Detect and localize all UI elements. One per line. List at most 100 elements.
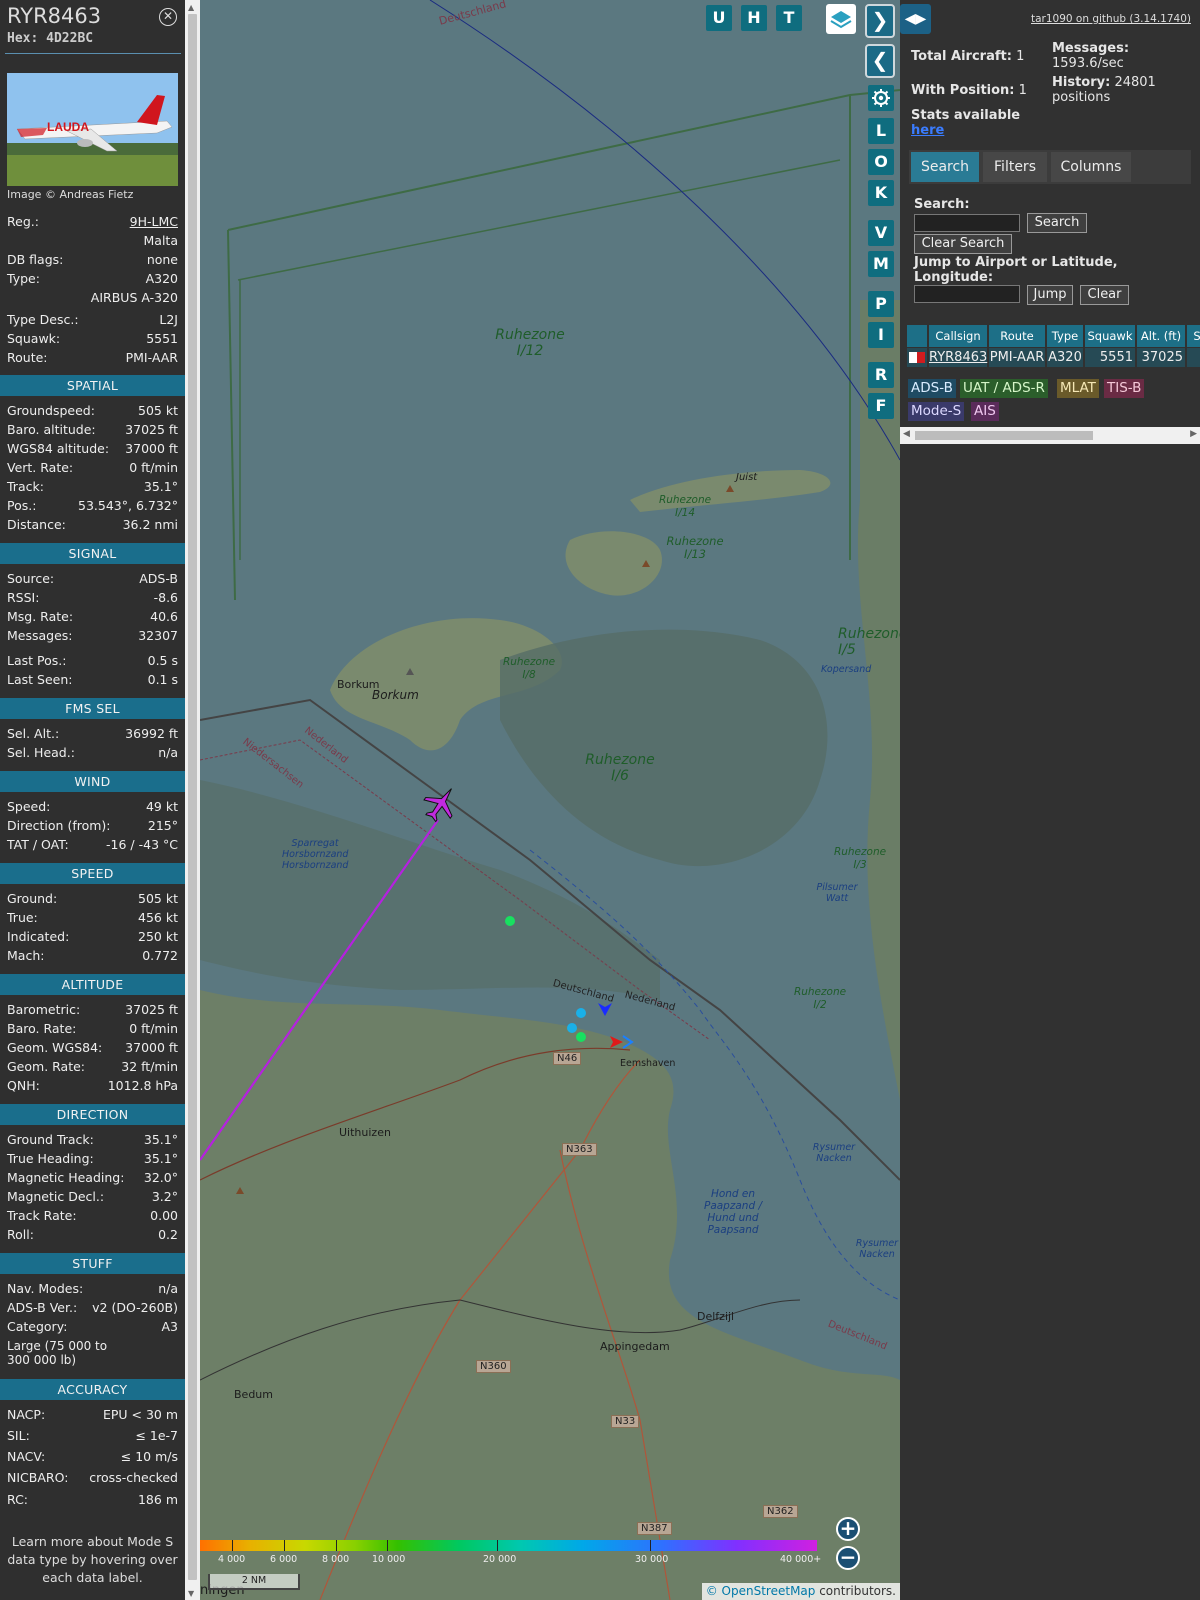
table-cell-callsign[interactable]: RYR8463: [929, 348, 987, 367]
value: A3: [161, 1319, 178, 1334]
search-button[interactable]: Search: [1027, 213, 1087, 233]
tab-search[interactable]: Search: [911, 152, 979, 182]
row-groundspeed: Groundspeed: 505 kt: [7, 402, 178, 421]
row-ground-track: Ground Track: 35.1°: [7, 1131, 178, 1150]
stat-label: Total Aircraft:: [911, 49, 1012, 64]
tick-mark: [650, 1540, 651, 1551]
table-cell-flag: [907, 348, 927, 367]
toggle-sidebar-button[interactable]: ◀▶: [900, 4, 931, 34]
map-button-r[interactable]: R: [868, 362, 894, 388]
map-button-o[interactable]: O: [868, 149, 894, 175]
map-button-v[interactable]: V: [868, 220, 894, 246]
column-header-squawk[interactable]: Squawk: [1085, 325, 1135, 347]
clear-search-button[interactable]: Clear Search: [914, 234, 1012, 254]
zoom-out-button[interactable]: −: [836, 1546, 860, 1570]
map-view[interactable]: Deutschland Ruhezone I/12 Ruhezone I/6 R…: [200, 0, 900, 1600]
label: Ground Track:: [7, 1132, 94, 1147]
label: Speed:: [7, 799, 51, 814]
map-button-k[interactable]: K: [868, 180, 894, 206]
value: 0.00: [150, 1208, 178, 1223]
stats-here-link[interactable]: here: [911, 123, 944, 138]
value: 40.6: [150, 609, 178, 624]
row-squawk: Squawk: 5551: [7, 330, 178, 349]
collapse-left-button[interactable]: ❮: [865, 44, 895, 78]
value: 1012.8 hPa: [107, 1078, 178, 1093]
value: PMI-AAR: [125, 350, 178, 365]
row-nav-modes: Nav. Modes: n/a: [7, 1280, 178, 1299]
info-panel-scrollbar[interactable]: ▲ ▼: [185, 0, 200, 1600]
stat-value: 24801: [1114, 75, 1156, 90]
tick-mark: [387, 1540, 388, 1551]
label: Route:: [7, 350, 48, 365]
row-category: Category: A3: [7, 1318, 178, 1337]
zoom-in-button[interactable]: +: [836, 1517, 860, 1541]
chevron-left-icon: ❮: [871, 48, 889, 72]
label: Track:: [7, 479, 44, 494]
map-button-i[interactable]: I: [868, 322, 894, 348]
altitude-tick: 8 000: [322, 1554, 350, 1565]
scrollbar-thumb[interactable]: [188, 14, 197, 1580]
layers-button[interactable]: [826, 4, 856, 34]
scroll-left-arrow-icon[interactable]: ◀: [903, 429, 910, 439]
map-button-f[interactable]: F: [868, 393, 894, 419]
row-adsb-version: ADS-B Ver.: v2 (DO-260B): [7, 1299, 178, 1318]
label: Baro. altitude:: [7, 422, 96, 437]
map-button-l[interactable]: L: [868, 118, 894, 144]
row-track: Track: 35.1°: [7, 478, 178, 497]
scroll-up-arrow-icon[interactable]: ▲: [188, 3, 194, 12]
close-icon[interactable]: ✕: [159, 8, 177, 26]
label: Geom. WGS84:: [7, 1040, 103, 1055]
clear-button[interactable]: Clear: [1080, 285, 1129, 305]
scroll-right-arrow-icon[interactable]: ▶: [1190, 429, 1197, 439]
row-geom-wgs84: Geom. WGS84: 37000 ft: [7, 1039, 178, 1058]
altitude-tick: 4 000: [218, 1554, 246, 1565]
map-button-p[interactable]: P: [868, 291, 894, 317]
map-label-hond-paapzand: Hond en Paapzand / Hund und Paapsand: [703, 1188, 762, 1236]
map-button-h[interactable]: H: [741, 5, 767, 31]
value: 0 ft/min: [129, 460, 178, 475]
stat-total-aircraft: Total Aircraft: 1: [911, 49, 1024, 64]
label: Squawk:: [7, 331, 61, 346]
row-sil: SIL: ≤ 1e-7: [7, 1427, 178, 1446]
source-badge-mlat: MLAT: [1057, 379, 1099, 398]
stat-value: 1: [1016, 49, 1025, 64]
layers-icon: [830, 11, 852, 29]
value: none: [146, 252, 178, 267]
arrows-left-right-icon: ◀▶: [904, 11, 927, 27]
column-header-type[interactable]: Type: [1047, 325, 1083, 347]
map-button-m[interactable]: M: [868, 251, 894, 277]
aircraft-photo[interactable]: LAUDA: [7, 73, 178, 186]
map-button-u[interactable]: U: [706, 5, 732, 31]
search-input[interactable]: [914, 214, 1020, 232]
map-button-t[interactable]: T: [776, 5, 802, 31]
road-label-n363: N363: [562, 1143, 597, 1156]
map-label-rysumer-nacken-2: Rysumer Nacken: [855, 1238, 899, 1260]
github-link[interactable]: tar1090 on github (3.14.1740): [1031, 13, 1191, 25]
label: Track Rate:: [7, 1208, 77, 1223]
table-horizontal-scrollbar[interactable]: ◀ ▶: [900, 427, 1200, 444]
chevron-right-icon: ❯: [871, 8, 889, 32]
table-cell-route: PMI-AAR: [989, 348, 1045, 367]
tab-filters[interactable]: Filters: [983, 152, 1047, 182]
tab-columns[interactable]: Columns: [1051, 152, 1131, 182]
label: True:: [7, 910, 38, 925]
jump-input[interactable]: [914, 285, 1020, 303]
scrollbar-thumb[interactable]: [915, 431, 1093, 440]
jump-button[interactable]: Jump: [1027, 285, 1073, 305]
row-nacp: NACP: EPU < 30 m: [7, 1406, 178, 1425]
row-typename: AIRBUS A-320: [7, 289, 178, 308]
registration-link[interactable]: 9H-LMC: [130, 214, 178, 229]
row-track-rate: Track Rate: 0.00: [7, 1207, 178, 1226]
value: 456 kt: [138, 910, 178, 925]
expand-right-button[interactable]: ❯: [865, 4, 895, 38]
row-messages: Messages: 32307: [7, 627, 178, 646]
column-header-callsign[interactable]: Callsign: [929, 325, 987, 347]
column-header-route[interactable]: Route: [989, 325, 1045, 347]
column-header-speed[interactable]: S: [1187, 325, 1200, 347]
row-roll: Roll: 0.2: [7, 1226, 178, 1245]
column-header-altitude[interactable]: Alt. (ft): [1137, 325, 1185, 347]
osm-link[interactable]: © OpenStreetMap: [706, 1584, 816, 1598]
settings-button[interactable]: [868, 85, 894, 111]
value: 35.1°: [143, 479, 178, 494]
scroll-down-arrow-icon[interactable]: ▼: [188, 1589, 194, 1598]
